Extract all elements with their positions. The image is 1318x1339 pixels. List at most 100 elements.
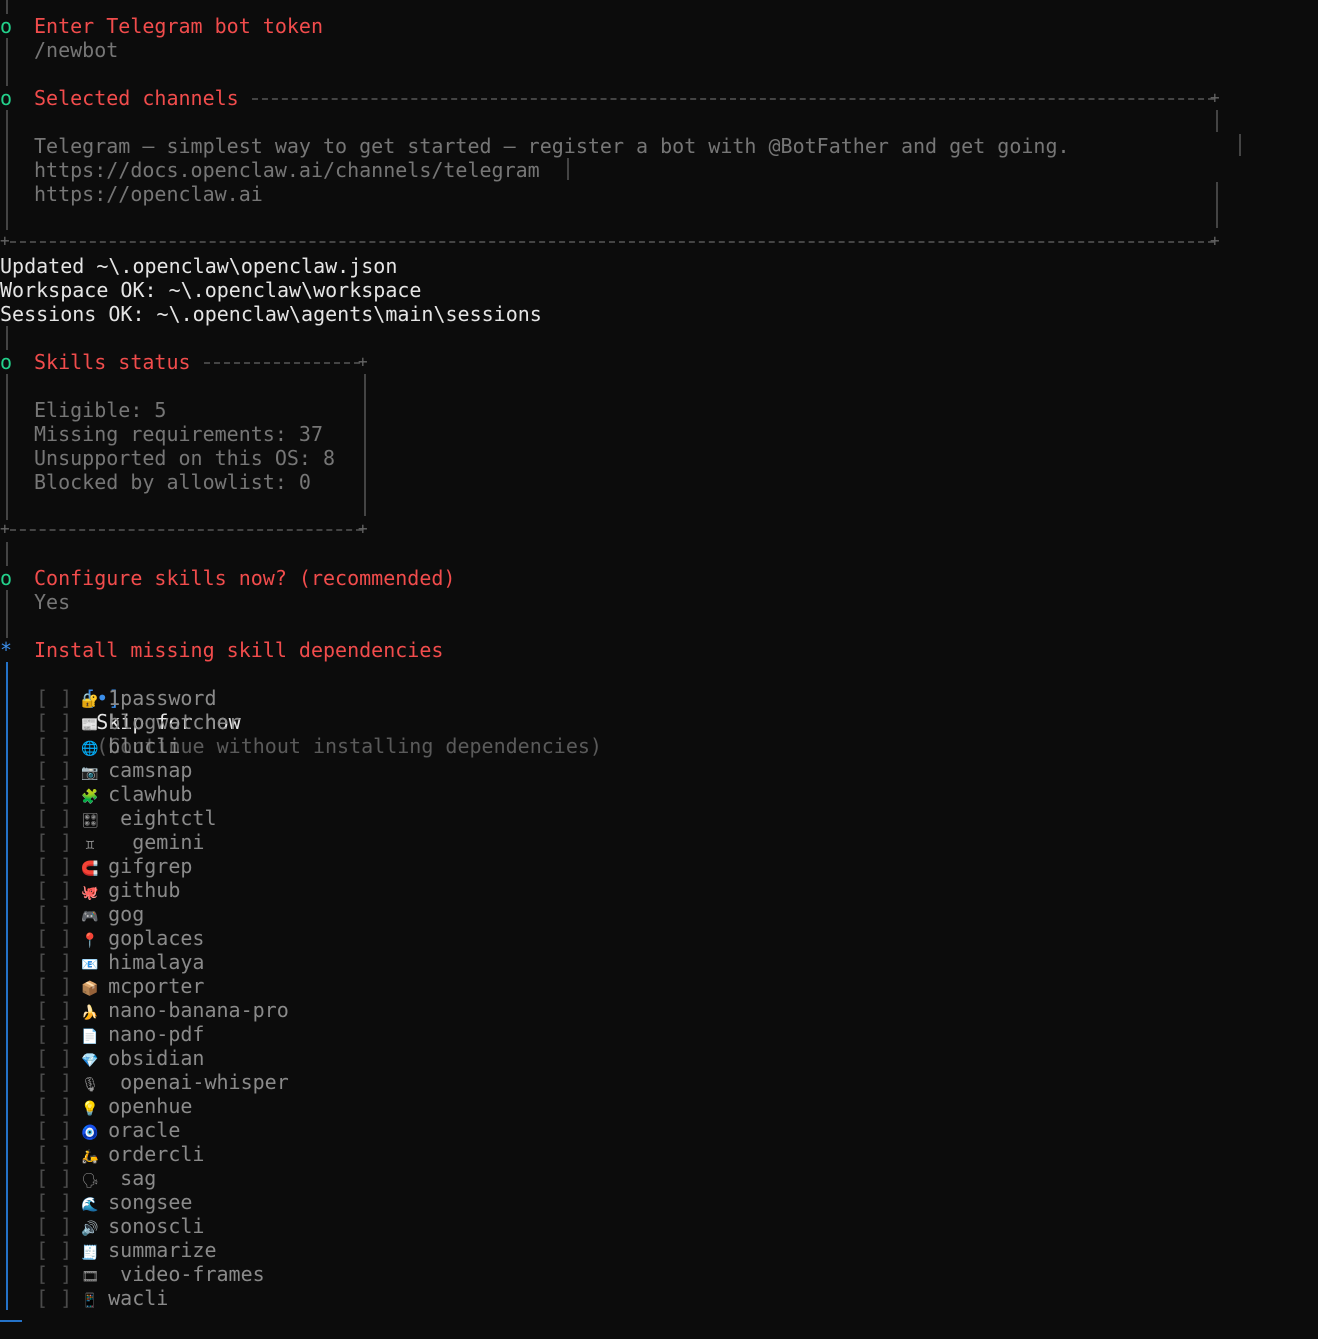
checkbox[interactable]: [ ] — [36, 710, 72, 734]
dependency-option[interactable]: [ ] 📰 blogwatcher — [36, 710, 241, 734]
dependency-option[interactable]: [ ] 📧 himalaya — [36, 950, 204, 974]
channel-description: Telegram — simplest way to get started —… — [34, 134, 1070, 158]
box-border-bottom — [10, 241, 1214, 243]
option-label: camsnap — [108, 758, 193, 782]
option-skip-for-now[interactable]: [•] Skip for now (Continue without insta… — [36, 662, 602, 758]
checkbox[interactable]: [ ] — [36, 1262, 72, 1286]
option-label: mcporter — [108, 974, 205, 998]
dependency-option[interactable]: [ ] 🎞 video-frames — [36, 1262, 265, 1286]
checkbox[interactable]: [ ] — [36, 1286, 72, 1310]
box-corner: + — [1210, 88, 1220, 107]
guide-rail — [6, 374, 8, 520]
checkbox[interactable]: [ ] — [36, 686, 72, 710]
dependency-option[interactable]: [ ] 🛵 ordercli — [36, 1142, 204, 1166]
channel-docs-link[interactable]: https://docs.openclaw.ai/channels/telegr… — [34, 158, 540, 182]
dependency-option[interactable]: [ ] 🍌 nano-banana-pro — [36, 998, 289, 1022]
option-label: songsee — [108, 1190, 193, 1214]
option-label: 1password — [108, 686, 217, 710]
option-label: summarize — [108, 1238, 217, 1262]
dependency-option[interactable]: [ ] 📦 mcporter — [36, 974, 204, 998]
option-label: gemini — [108, 830, 205, 854]
option-label: oracle — [108, 1118, 181, 1142]
step-marker: o — [0, 566, 13, 590]
dependency-option[interactable]: [ ] 📷 camsnap — [36, 758, 192, 782]
channel-site-link[interactable]: https://openclaw.ai — [34, 182, 263, 206]
option-label: blogwatcher — [108, 710, 241, 734]
step-marker-active: * — [0, 638, 13, 662]
dependency-option[interactable]: [ ] 🧩 clawhub — [36, 782, 192, 806]
step-title-telegram-token: Enter Telegram bot token — [34, 14, 323, 38]
status-line-config: Updated ~\.openclaw\openclaw.json — [0, 254, 398, 278]
checkbox[interactable]: [ ] — [36, 1118, 72, 1142]
checkbox[interactable]: [ ] — [36, 974, 72, 998]
checkbox[interactable]: [ ] — [36, 1094, 72, 1118]
option-label: openhue — [108, 1094, 193, 1118]
option-label: eightctl — [108, 806, 217, 830]
box-corner: + — [358, 519, 368, 538]
guide-rail-active — [6, 662, 8, 1310]
option-label: blucli — [108, 734, 181, 758]
dependency-option[interactable]: [ ] ♊ gemini — [36, 830, 204, 854]
checkbox[interactable]: [ ] — [36, 854, 72, 878]
dependency-option[interactable]: [ ] 🌊 songsee — [36, 1190, 192, 1214]
option-label: gifgrep — [108, 854, 193, 878]
checkbox[interactable]: [ ] — [36, 1142, 72, 1166]
skills-eligible: Eligible: 5 — [34, 398, 167, 422]
guide-rail — [6, 326, 8, 350]
checkbox[interactable]: [ ] — [36, 1166, 72, 1190]
option-label: nano-pdf — [108, 1022, 205, 1046]
dependency-option[interactable]: [ ] 🔊 sonoscli — [36, 1214, 204, 1238]
dependency-option[interactable]: [ ] 🐙 github — [36, 878, 180, 902]
dependency-option[interactable]: [ ] 🧿 oracle — [36, 1118, 180, 1142]
checkbox[interactable]: [ ] — [36, 806, 72, 830]
dependency-option[interactable]: [ ] 🎙 openai-whisper — [36, 1070, 289, 1094]
checkbox[interactable]: [ ] — [36, 878, 72, 902]
option-label: gog — [108, 902, 145, 926]
cursor-underline — [0, 1320, 22, 1322]
checkbox[interactable]: [ ] — [36, 1214, 72, 1238]
dependency-option[interactable]: [ ] 🎮 gog — [36, 902, 144, 926]
option-label: himalaya — [108, 950, 205, 974]
option-label: obsidian — [108, 1046, 205, 1070]
dependency-option[interactable]: [ ] 🔐 1password — [36, 686, 217, 710]
checkbox[interactable]: [ ] — [36, 950, 72, 974]
dependency-option[interactable]: [ ] 🗣 sag — [36, 1166, 156, 1190]
step-marker: o — [0, 14, 13, 38]
checkbox[interactable]: [ ] — [36, 1238, 72, 1262]
box-border-right — [1216, 182, 1218, 228]
dependency-option[interactable]: [ ] 🌐 blucli — [36, 734, 180, 758]
box-corner: + — [1210, 231, 1220, 250]
dependency-option[interactable]: [ ] 🧲 gifgrep — [36, 854, 192, 878]
skills-blocked: Blocked by allowlist: 0 — [34, 470, 311, 494]
dependency-option[interactable]: [ ] 🎛 eightctl — [36, 806, 217, 830]
checkbox[interactable]: [ ] — [36, 926, 72, 950]
status-line-workspace: Workspace OK: ~\.openclaw\workspace — [0, 278, 422, 302]
chat-icon: 📱 — [81, 1293, 99, 1309]
dependency-option[interactable]: [ ] 💎 obsidian — [36, 1046, 204, 1070]
dependency-option[interactable]: [ ] 📱 wacli — [36, 1286, 168, 1310]
checkbox[interactable]: [ ] — [36, 1046, 72, 1070]
guide-rail — [6, 542, 8, 566]
checkbox[interactable]: [ ] — [36, 758, 72, 782]
checkbox[interactable]: [ ] — [36, 1070, 72, 1094]
dependency-option[interactable]: [ ] 🧾 summarize — [36, 1238, 217, 1262]
dependency-option[interactable]: [ ] 💡 openhue — [36, 1094, 192, 1118]
step-title-skills-status: Skills status — [34, 350, 191, 374]
guide-rail — [6, 110, 8, 230]
guide-rail — [6, 38, 8, 86]
checkbox[interactable]: [ ] — [36, 782, 72, 806]
checkbox[interactable]: [ ] — [36, 998, 72, 1022]
checkbox[interactable]: [ ] — [36, 902, 72, 926]
box-border-bottom — [10, 529, 362, 531]
box-corner: + — [358, 352, 368, 371]
option-label: wacli — [108, 1286, 169, 1310]
checkbox[interactable]: [ ] — [36, 734, 72, 758]
checkbox[interactable]: [ ] — [36, 830, 72, 854]
dependency-option[interactable]: [ ] 📍 goplaces — [36, 926, 204, 950]
dependency-option[interactable]: [ ] 📄 nano-pdf — [36, 1022, 204, 1046]
option-label: clawhub — [108, 782, 193, 806]
box-border-right — [364, 374, 366, 516]
checkbox[interactable]: [ ] — [36, 1190, 72, 1214]
checkbox[interactable]: [ ] — [36, 1022, 72, 1046]
option-label: github — [108, 878, 181, 902]
